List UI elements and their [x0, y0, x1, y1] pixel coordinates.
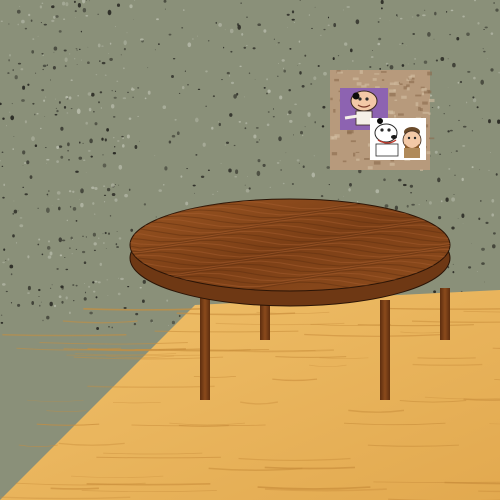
table-leg-back-right	[440, 288, 450, 340]
table-leg-front-right	[380, 300, 390, 400]
cartoon-bearded-figure	[402, 127, 422, 158]
game-scene	[0, 0, 500, 500]
wall-poster[interactable]	[330, 70, 435, 171]
table-leg-front-left	[200, 298, 210, 400]
